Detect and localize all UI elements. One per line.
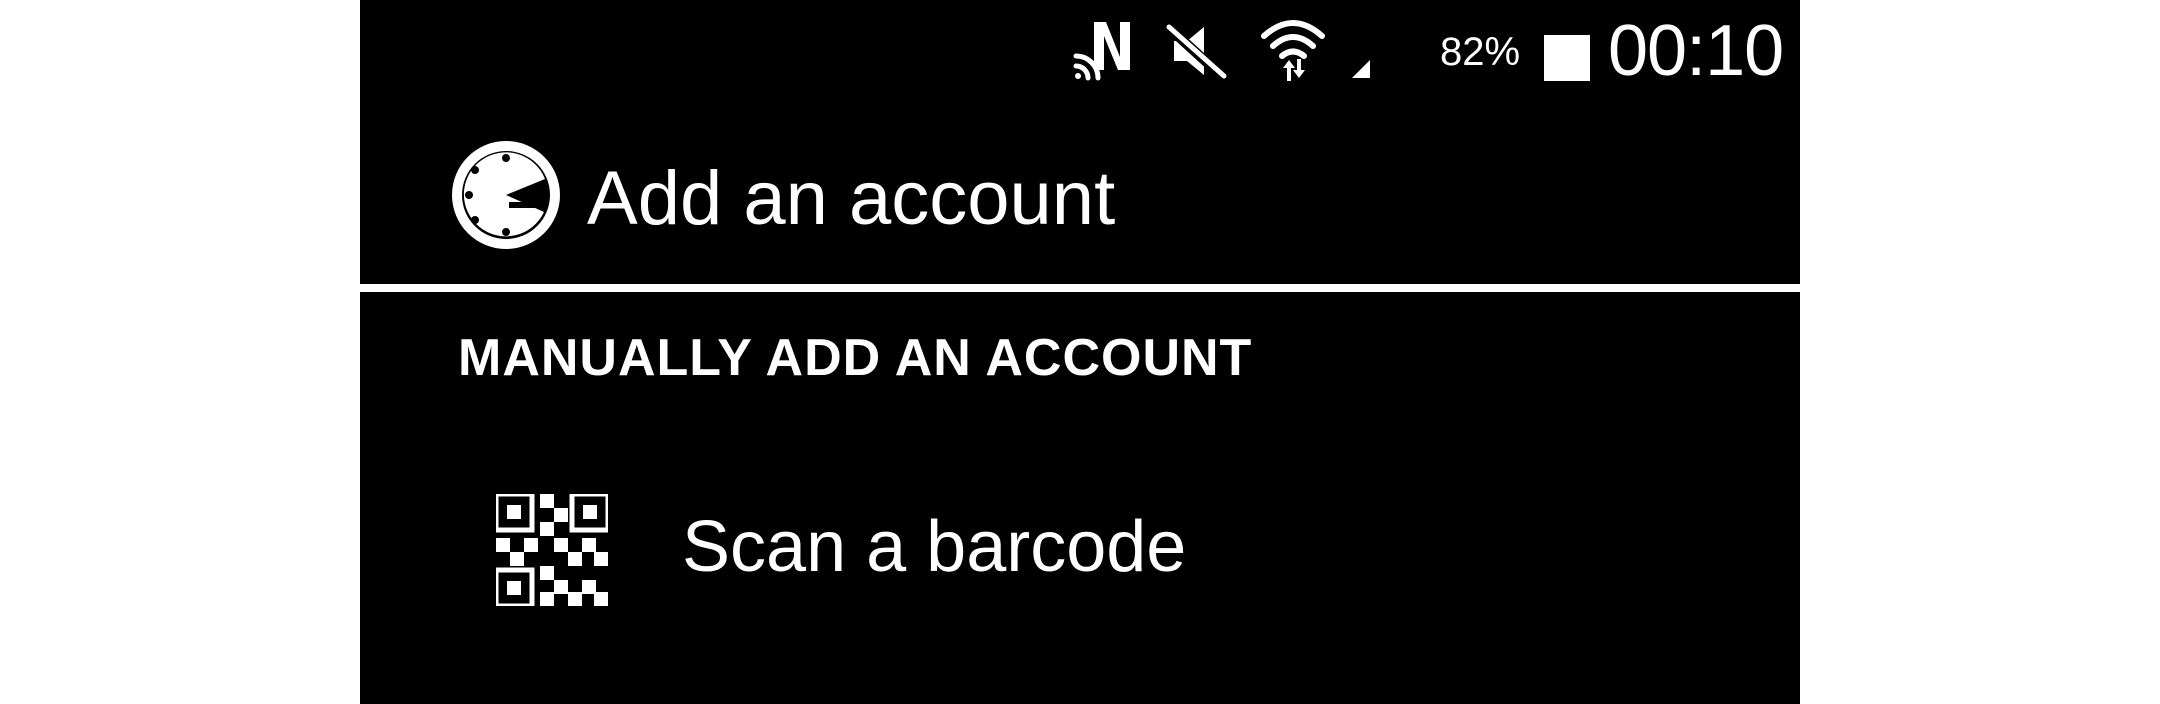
- wifi-icon: [1261, 20, 1325, 81]
- status-bar: 82% 00:10: [360, 0, 1800, 100]
- mute-icon: [1164, 23, 1228, 82]
- signal-icon: [1352, 60, 1370, 78]
- battery-percentage: 82%: [1440, 30, 1521, 74]
- status-time: 00:10: [1608, 11, 1784, 91]
- authenticator-logo-icon: [452, 141, 560, 249]
- header-divider: [360, 284, 1800, 292]
- nfc-icon: [1073, 22, 1130, 81]
- section-heading: MANUALLY ADD AN ACCOUNT: [458, 329, 1253, 387]
- scan-barcode-label: Scan a barcode: [682, 507, 1187, 587]
- page-title: Add an account: [587, 156, 1116, 241]
- qr-code-icon: [496, 494, 608, 606]
- phone-screen: 82% 00:10 Add an account MANUALLY ADD AN…: [360, 0, 1800, 704]
- battery-icon: [1544, 35, 1590, 81]
- app-header: Add an account: [360, 100, 1800, 284]
- scan-barcode-button[interactable]: Scan a barcode: [360, 470, 1800, 640]
